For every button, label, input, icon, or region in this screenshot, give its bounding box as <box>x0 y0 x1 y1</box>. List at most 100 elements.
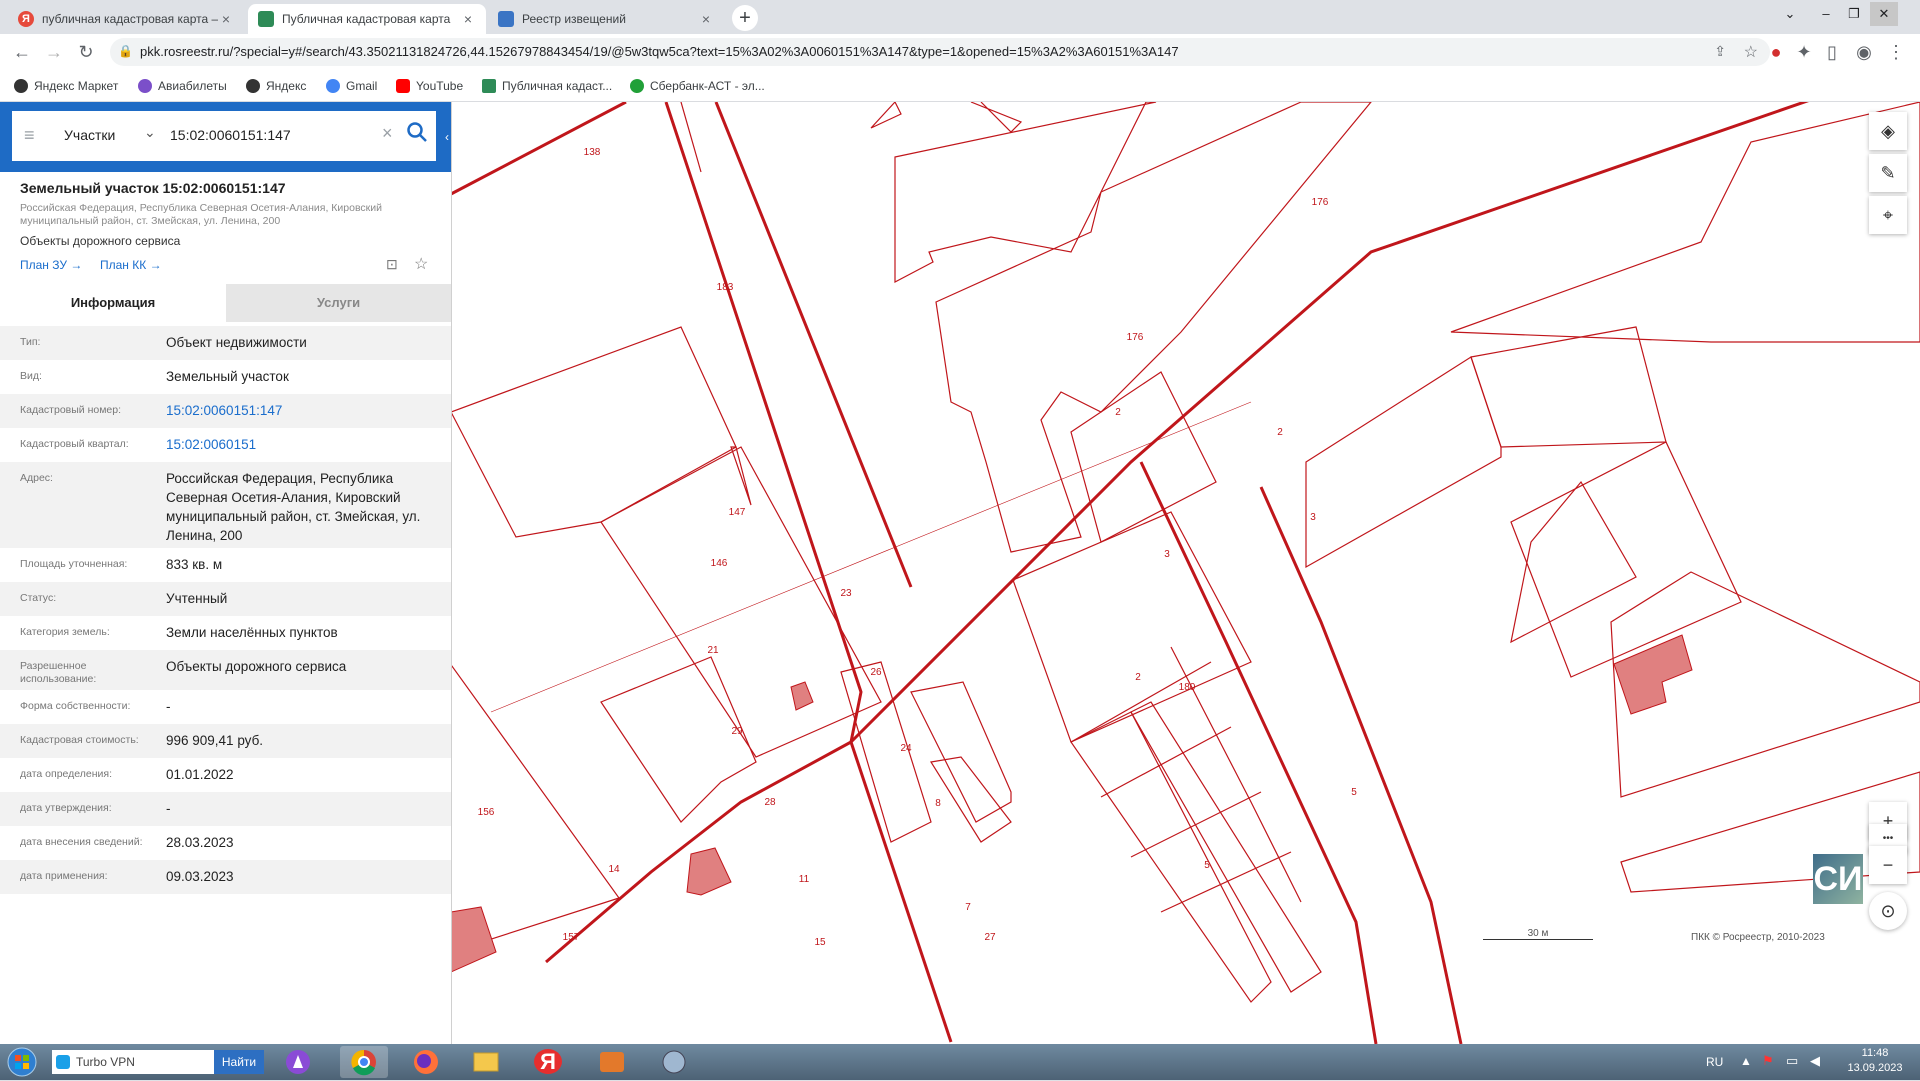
search-icon[interactable] <box>406 121 428 146</box>
bookmark-avia[interactable]: Авиабилеты <box>138 70 227 102</box>
show-on-map-icon[interactable]: ⊡ <box>386 256 398 273</box>
vpn-search-field[interactable]: Turbo VPN <box>52 1050 214 1074</box>
alice-icon[interactable] <box>282 1046 314 1078</box>
address-bar[interactable]: 🔒 pkk.rosreestr.ru/?special=y#/search/43… <box>110 38 1770 66</box>
attribute-value: 833 кв. м <box>166 557 223 572</box>
cadastral-map[interactable]: 138 183 176 176 2 2 2 3 3 147 146 23 21 26 29 24 28 8 11 7 1… <box>451 102 1920 1044</box>
bookmark-sber[interactable]: Сбербанк-АСТ - эл... <box>630 70 765 102</box>
explorer-taskbar-button[interactable] <box>462 1046 510 1078</box>
profile-icon[interactable]: ◉ <box>1850 38 1878 66</box>
building-footprint[interactable] <box>1613 634 1693 715</box>
tab-information[interactable]: Информация <box>0 284 226 322</box>
paint-taskbar-button[interactable] <box>650 1046 698 1078</box>
vpn-find-button[interactable]: Найти <box>214 1050 264 1074</box>
tab-title: Реестр извещений <box>522 12 626 26</box>
building-footprint[interactable] <box>451 906 497 973</box>
attribute-label: Категория земель: <box>20 626 110 638</box>
bookmark-yandex[interactable]: Яндекс <box>246 70 306 102</box>
language-indicator[interactable]: RU <box>1706 1055 1723 1069</box>
building-footprint[interactable] <box>790 681 814 711</box>
extensions-icon[interactable]: ✦ <box>1790 38 1818 66</box>
compass-icon[interactable]: ⊙ <box>1869 892 1907 930</box>
side-panel-icon[interactable]: ▯ <box>1818 38 1846 66</box>
rosreestr-icon <box>258 11 274 27</box>
back-icon[interactable]: ← <box>8 38 36 66</box>
attribute-value: Учтенный <box>166 591 228 606</box>
app-taskbar-button[interactable] <box>588 1046 636 1078</box>
attribute-link[interactable]: 15:02:0060151:147 <box>166 401 436 420</box>
flag-icon[interactable]: ⚑ <box>1762 1053 1774 1069</box>
bookmark-market[interactable]: Яндекс Маркет <box>14 70 118 102</box>
parcel-outline <box>970 102 1023 133</box>
browser-tab-2[interactable]: Публичная кадастровая карта × <box>248 4 486 34</box>
ruler-icon[interactable]: ✎ <box>1869 154 1907 192</box>
satellite-layer-toggle[interactable]: СИ <box>1813 854 1863 904</box>
close-tab-icon[interactable]: × <box>218 11 234 27</box>
firefox-taskbar-button[interactable] <box>402 1046 450 1078</box>
chrome-taskbar-button[interactable] <box>340 1046 388 1078</box>
bookmark-youtube[interactable]: YouTube <box>396 70 463 102</box>
building-footprint[interactable] <box>686 847 732 896</box>
search-input[interactable]: 15:02:0060151:147 <box>170 127 291 143</box>
reload-icon[interactable]: ↻ <box>72 38 100 66</box>
lock-icon: 🔒 <box>118 44 133 58</box>
bookmark-star-icon[interactable]: ☆ <box>1744 42 1758 62</box>
close-tab-icon[interactable]: × <box>460 11 476 27</box>
layers-icon[interactable]: ◈ <box>1869 112 1907 150</box>
browser-tab-1[interactable]: Я публичная кадастровая карта – × <box>8 4 244 34</box>
close-tab-icon[interactable]: × <box>698 11 714 27</box>
search-bar: ≡ Участки ⌄ 15:02:0060151:147 × <box>12 111 436 161</box>
road-boundaries <box>451 102 1810 1044</box>
map-canvas[interactable]: 13818317617622233147146232126292428 81171… <box>451 102 1920 1044</box>
share-icon[interactable]: ⇪ <box>1714 43 1726 60</box>
browser-tab-3[interactable]: Реестр извещений × <box>488 4 724 34</box>
plan-zu-link[interactable]: План ЗУ → <box>20 258 82 272</box>
parcel-label: 180 <box>1179 682 1196 693</box>
attribute-label: дата утверждения: <box>20 802 112 814</box>
bookmark-gmail[interactable]: Gmail <box>326 70 377 102</box>
attribute-label: Площадь уточненная: <box>20 558 128 570</box>
clear-icon[interactable]: × <box>382 123 393 144</box>
restore-icon[interactable]: ❐ <box>1840 2 1868 26</box>
plan-kk-link[interactable]: План КК → <box>100 258 162 272</box>
parcel-label: 28 <box>764 797 776 808</box>
zoom-out-button[interactable]: − <box>1869 846 1907 884</box>
favorite-star-icon[interactable]: ☆ <box>414 254 428 274</box>
chevron-down-icon[interactable]: ⌄ <box>144 124 156 141</box>
attribute-value: 28.03.2023 <box>166 835 234 850</box>
volume-icon[interactable]: ◀ <box>1810 1053 1820 1069</box>
attribute-row: дата применения: 09.03.2023 <box>0 860 451 894</box>
forward-icon[interactable]: → <box>40 38 68 66</box>
minimize-icon[interactable]: – <box>1812 2 1840 26</box>
building-footprints <box>451 634 1693 973</box>
start-button[interactable] <box>6 1046 42 1078</box>
close-window-icon[interactable]: ✕ <box>1870 2 1898 26</box>
attribute-link[interactable]: 15:02:0060151 <box>166 435 436 454</box>
attribute-label: дата применения: <box>20 870 108 882</box>
tab-title: публичная кадастровая карта – <box>42 12 218 26</box>
attribute-value: Объекты дорожного сервиса <box>166 659 347 674</box>
url-text[interactable]: pkk.rosreestr.ru/?special=y#/search/43.3… <box>140 38 1179 66</box>
attribute-label: дата внесения сведений: <box>20 836 143 848</box>
tab-services[interactable]: Услуги <box>226 284 451 322</box>
attribute-row: Тип: Объект недвижимости <box>0 326 451 360</box>
category-select[interactable]: Участки <box>64 127 115 143</box>
collapse-panel-button[interactable]: ‹ <box>443 102 451 172</box>
clock[interactable]: 11:48 13.09.2023 <box>1840 1046 1910 1076</box>
parcel-label: 11 <box>799 874 810 885</box>
opera-extension-icon[interactable]: ● <box>1762 38 1790 66</box>
attribute-row: Вид: Земельный участок <box>0 360 451 394</box>
bookmark-pkk[interactable]: Публичная кадаст... <box>482 70 612 102</box>
menu-dots-icon[interactable]: ⋮ <box>1882 38 1910 66</box>
tray-arrow-icon[interactable]: ▲ <box>1740 1054 1752 1068</box>
attribute-value: Земельный участок <box>166 369 289 384</box>
yandex-browser-taskbar-button[interactable]: Я <box>524 1046 572 1078</box>
tab-strip: Я публичная кадастровая карта – × Публич… <box>0 0 1920 34</box>
menu-icon[interactable]: ≡ <box>24 125 35 146</box>
map-copyright: ПКК © Росреестр, 2010-2023 <box>1691 932 1825 943</box>
tab-search-icon[interactable]: ⌄ <box>1776 2 1804 26</box>
windows-taskbar: Turbo VPN Найти Я RU ▲ ⚑ ▭ ◀ 11:48 13.09… <box>0 1044 1920 1080</box>
network-icon[interactable]: ▭ <box>1786 1053 1798 1069</box>
locate-icon[interactable]: ⌖ <box>1869 196 1907 234</box>
new-tab-button[interactable]: + <box>732 5 758 31</box>
